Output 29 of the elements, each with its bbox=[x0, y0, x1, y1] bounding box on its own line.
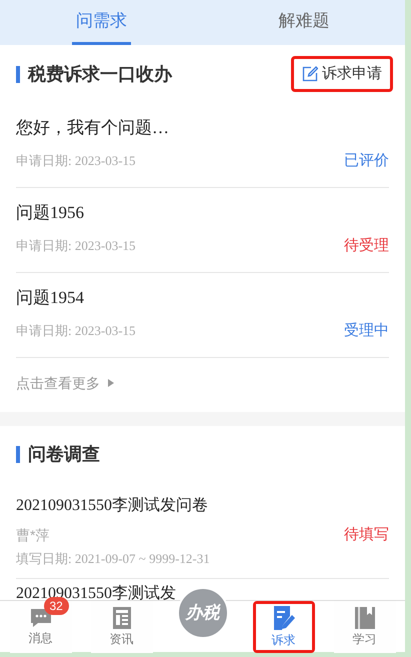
appeal-title[interactable]: 问题1954 bbox=[16, 281, 389, 315]
accent-bar bbox=[16, 66, 20, 82]
accent-bar bbox=[16, 446, 20, 462]
apply-date: 申请日期: 2023-03-15 bbox=[16, 237, 136, 256]
appeal-apply-button[interactable]: 诉求申请 bbox=[291, 56, 393, 92]
fill-date: 填写日期: 2021-09-07 ~ 9999-12-31 bbox=[16, 550, 211, 568]
survey-title[interactable]: 202109031550李测试发问卷 bbox=[16, 490, 389, 522]
edit-icon bbox=[302, 66, 318, 82]
status-label: 待填写 bbox=[344, 524, 389, 545]
apply-date: 申请日期: 2023-03-15 bbox=[16, 322, 136, 340]
appeal-title[interactable]: 您好，我有个问题… bbox=[16, 111, 389, 145]
tab[interactable]: 问需求 bbox=[72, 0, 131, 45]
appeal-title[interactable]: 问题1956 bbox=[16, 196, 389, 230]
status-label: 已评价 bbox=[344, 150, 389, 171]
book-icon bbox=[354, 606, 376, 630]
center-action-button[interactable]: 办税 bbox=[176, 587, 228, 639]
section-title: 税费诉求一口收办 bbox=[28, 62, 172, 86]
section-title: 问卷调查 bbox=[28, 442, 100, 466]
caret-icon bbox=[108, 379, 114, 387]
tab[interactable]: 解难题 bbox=[274, 0, 334, 45]
unread-badge: 32 bbox=[44, 596, 69, 614]
apply-date: 申请日期: 2023-03-15 bbox=[16, 152, 136, 170]
newspaper-icon bbox=[112, 606, 132, 630]
view-more-link[interactable]: 点击查看更多 bbox=[16, 372, 100, 394]
status-label: 待受理 bbox=[344, 236, 389, 256]
person-name: 曹*萍 bbox=[16, 526, 50, 544]
status-label: 受理中 bbox=[344, 320, 389, 341]
document-pencil-icon bbox=[272, 604, 296, 630]
nav-tab[interactable]: 诉求 bbox=[256, 604, 312, 650]
